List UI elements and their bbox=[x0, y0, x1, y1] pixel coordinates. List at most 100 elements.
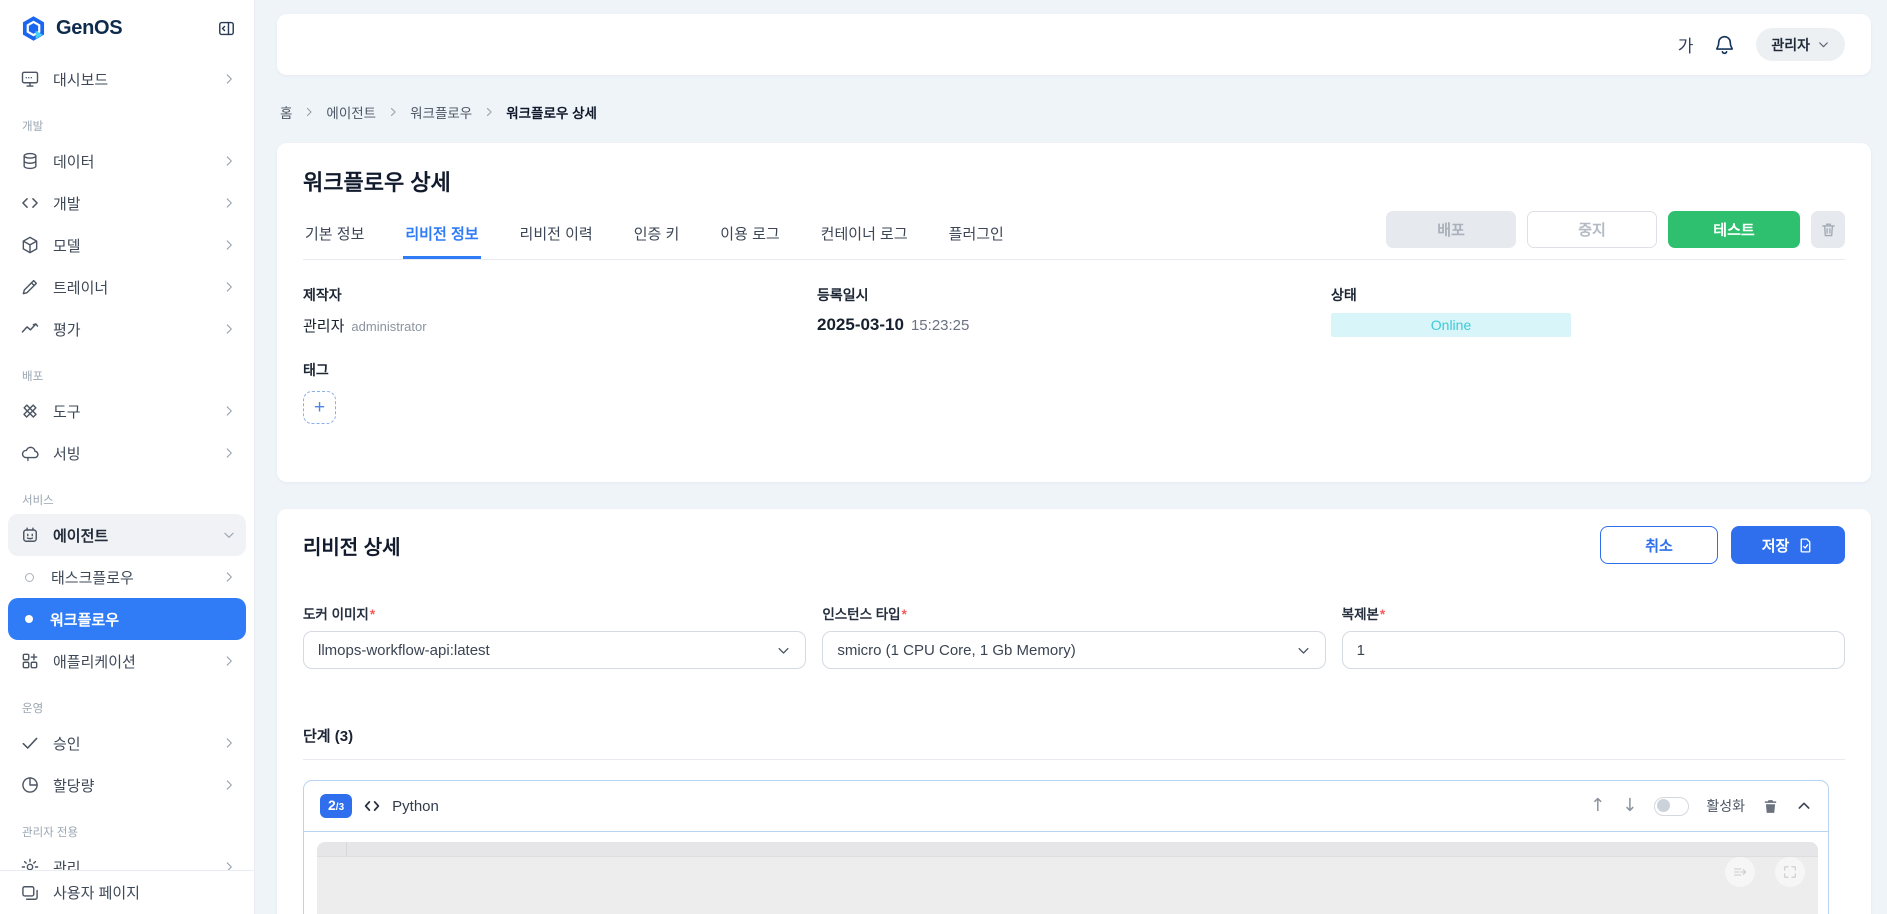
revision-header: 리비전 상세 취소 저장 bbox=[303, 526, 1845, 564]
sidebar-item-application[interactable]: 애플리케이션 bbox=[8, 640, 246, 682]
sidebar-item-model[interactable]: 모델 bbox=[8, 224, 246, 266]
sidebar-item-label: 할당량 bbox=[53, 775, 94, 796]
docker-image-select[interactable]: llmops-workflow-api:latest bbox=[303, 631, 806, 669]
sidebar-item-label: 개발 bbox=[53, 193, 81, 214]
sidebar-item-label: 대시보드 bbox=[53, 69, 108, 90]
breadcrumb: 홈 에이전트 워크플로우 워크플로우 상세 bbox=[280, 102, 1871, 122]
instance-type-field: 인스턴스 타입* smicro (1 CPU Core, 1 Gb Memory… bbox=[822, 603, 1325, 669]
database-icon bbox=[20, 151, 40, 171]
trend-icon bbox=[20, 319, 40, 339]
chevron-right-icon bbox=[222, 654, 236, 668]
save-button-label: 저장 bbox=[1762, 535, 1790, 556]
cancel-button[interactable]: 취소 bbox=[1600, 526, 1718, 564]
breadcrumb-workflow[interactable]: 워크플로우 bbox=[410, 102, 472, 122]
tab-revision-info[interactable]: 리비전 정보 bbox=[403, 207, 480, 259]
tools-icon bbox=[20, 401, 40, 421]
stop-button[interactable]: 중지 bbox=[1527, 211, 1657, 248]
breadcrumb-home[interactable]: 홈 bbox=[280, 102, 292, 122]
delete-button[interactable] bbox=[1811, 211, 1845, 248]
registered-label: 등록일시 bbox=[817, 285, 1331, 305]
sidebar-item-label: 트레이너 bbox=[53, 277, 108, 298]
sidebar-item-approval[interactable]: 승인 bbox=[8, 722, 246, 764]
code-editor-toolbar bbox=[317, 842, 1818, 857]
move-up-button[interactable]: ↑ bbox=[1590, 797, 1605, 815]
sidebar-item-workflow[interactable]: 워크플로우 bbox=[8, 598, 246, 640]
collapse-step-button[interactable] bbox=[1796, 798, 1812, 814]
enable-toggle-label: 활성화 bbox=[1706, 796, 1745, 816]
test-button[interactable]: 테스트 bbox=[1668, 211, 1800, 248]
sidebar-section-deploy: 배포 bbox=[0, 350, 254, 390]
move-down-button[interactable]: ↓ bbox=[1622, 797, 1637, 815]
tags-block: 태그 + bbox=[303, 360, 1845, 424]
creator-field: 제작자 관리자 administrator bbox=[303, 285, 817, 337]
status-field: 상태 Online bbox=[1331, 285, 1845, 337]
chevron-right-icon bbox=[483, 106, 495, 118]
sidebar-item-label: 서빙 bbox=[53, 443, 81, 464]
chevron-right-icon bbox=[303, 106, 315, 118]
code-editor[interactable] bbox=[317, 842, 1818, 914]
tab-usage-log[interactable]: 이용 로그 bbox=[718, 207, 781, 259]
delete-step-button[interactable] bbox=[1762, 798, 1779, 815]
breadcrumb-agent[interactable]: 에이전트 bbox=[326, 102, 376, 122]
tab-container-log[interactable]: 컨테이너 로그 bbox=[819, 207, 910, 259]
sidebar-item-serving[interactable]: 서빙 bbox=[8, 432, 246, 474]
chevron-right-icon bbox=[387, 106, 399, 118]
status-label: 상태 bbox=[1331, 285, 1845, 305]
step-controls: ↑ ↓ 활성화 bbox=[1590, 796, 1812, 816]
breadcrumb-current: 워크플로우 상세 bbox=[506, 102, 597, 122]
status-badge: Online bbox=[1331, 313, 1571, 337]
sidebar-item-trainer[interactable]: 트레이너 bbox=[8, 266, 246, 308]
sidebar-item-quota[interactable]: 할당량 bbox=[8, 764, 246, 806]
enable-toggle[interactable] bbox=[1654, 797, 1689, 816]
required-asterisk: * bbox=[1380, 607, 1385, 622]
logo-row: GenOS bbox=[0, 0, 254, 56]
format-code-button[interactable] bbox=[1725, 857, 1755, 887]
save-button[interactable]: 저장 bbox=[1731, 526, 1845, 564]
fullscreen-button[interactable] bbox=[1775, 857, 1805, 887]
tab-basic-info[interactable]: 기본 정보 bbox=[303, 207, 366, 259]
creator-id: administrator bbox=[351, 319, 426, 334]
sidebar-item-data[interactable]: 데이터 bbox=[8, 140, 246, 182]
sidebar-item-agent[interactable]: 에이전트 bbox=[8, 514, 246, 556]
required-asterisk: * bbox=[370, 607, 375, 622]
instance-type-select[interactable]: smicro (1 CPU Core, 1 Gb Memory) bbox=[822, 631, 1325, 669]
tab-revision-history[interactable]: 리비전 이력 bbox=[518, 207, 595, 259]
registered-date: 2025-03-10 bbox=[817, 315, 904, 335]
sidebar-section-dev: 개발 bbox=[0, 100, 254, 140]
deploy-button[interactable]: 배포 bbox=[1386, 211, 1516, 248]
editor-buttons bbox=[1725, 857, 1805, 887]
chevron-right-icon bbox=[222, 570, 236, 584]
check-icon bbox=[20, 733, 40, 753]
creator-name: 관리자 bbox=[303, 315, 344, 336]
registered-field: 등록일시 2025-03-10 15:23:25 bbox=[817, 285, 1331, 337]
tab-plugin[interactable]: 플러그인 bbox=[947, 207, 1006, 259]
chevron-right-icon bbox=[222, 404, 236, 418]
chevron-down-icon bbox=[222, 528, 236, 542]
revision-title: 리비전 상세 bbox=[303, 531, 401, 560]
sidebar-item-dashboard[interactable]: 대시보드 bbox=[8, 58, 246, 100]
user-menu-button[interactable]: 관리자 bbox=[1756, 28, 1845, 61]
add-tag-button[interactable]: + bbox=[303, 391, 336, 424]
notification-bell-icon[interactable] bbox=[1713, 33, 1736, 56]
dashboard-icon bbox=[20, 69, 40, 89]
sidebar-item-develop[interactable]: 개발 bbox=[8, 182, 246, 224]
sidebar-item-user-page[interactable]: 사용자 페이지 bbox=[0, 870, 254, 914]
user-page-icon bbox=[20, 883, 40, 903]
font-size-button[interactable]: 가 bbox=[1678, 32, 1694, 57]
chevron-right-icon bbox=[222, 778, 236, 792]
sidebar-collapse-icon[interactable] bbox=[217, 19, 236, 38]
sidebar-item-label: 데이터 bbox=[53, 151, 94, 172]
chevron-right-icon bbox=[222, 322, 236, 336]
tab-auth-key[interactable]: 인증 키 bbox=[632, 207, 682, 259]
workflow-detail-card: 워크플로우 상세 기본 정보 리비전 정보 리비전 이력 인증 키 이용 로그 … bbox=[277, 143, 1871, 482]
sidebar-item-tools[interactable]: 도구 bbox=[8, 390, 246, 432]
editor-gutter-line bbox=[346, 842, 347, 856]
trash-icon bbox=[1820, 221, 1837, 238]
sidebar-item-taskflow[interactable]: 태스크플로우 bbox=[8, 556, 246, 598]
sidebar-nav: 대시보드 개발 데이터 개발 모델 트레이너 bbox=[0, 56, 254, 888]
replica-input[interactable] bbox=[1342, 631, 1845, 669]
save-icon bbox=[1797, 537, 1814, 554]
info-grid: 제작자 관리자 administrator 등록일시 2025-03-10 15… bbox=[303, 285, 1845, 337]
replica-field: 복제본* bbox=[1342, 603, 1845, 669]
sidebar-item-evaluation[interactable]: 평가 bbox=[8, 308, 246, 350]
